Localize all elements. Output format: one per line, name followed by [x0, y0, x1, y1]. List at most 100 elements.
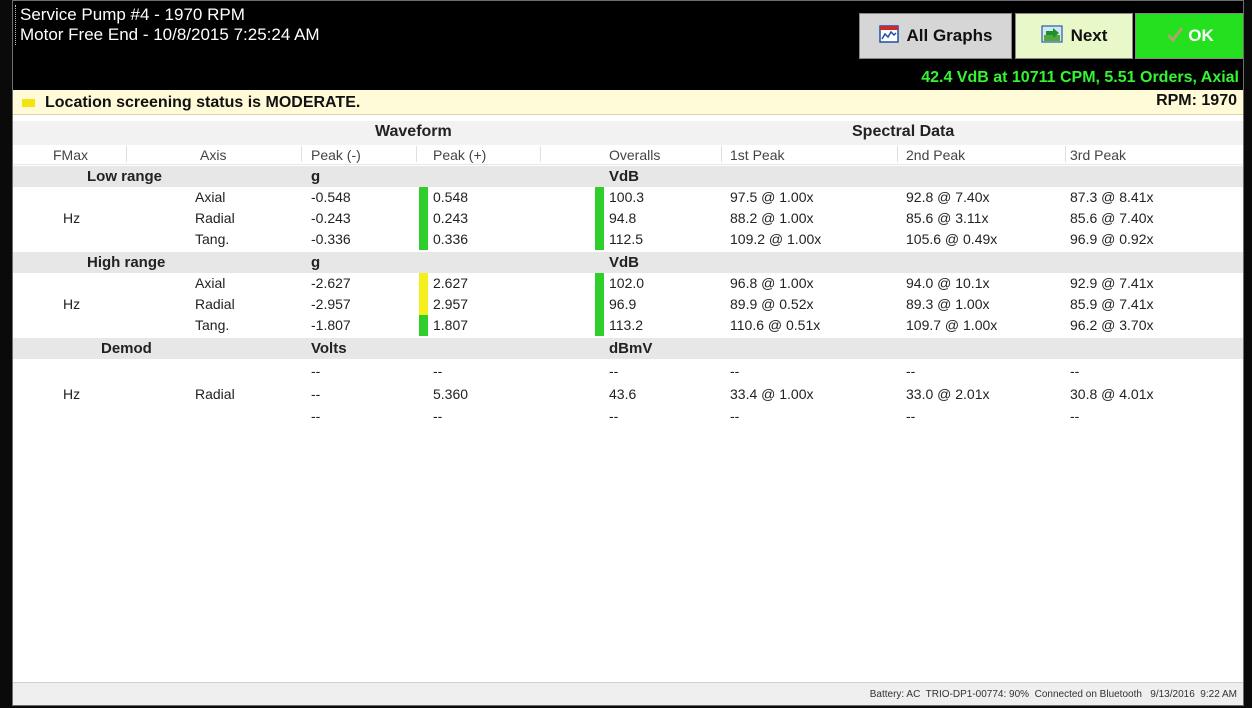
axis-cell: Radial: [195, 210, 235, 226]
group-header: Waveform Spectral Data: [13, 121, 1243, 145]
all-graphs-button[interactable]: All Graphs: [859, 13, 1012, 59]
table-row: Hz Radial -- 5.360 43.6 33.4 @ 1.00x 33.…: [13, 384, 1243, 405]
section-high-range: High range g VdB: [13, 252, 1243, 273]
peak-neg-cell: -2.627: [311, 275, 351, 291]
peak-neg-cell: --: [311, 408, 321, 424]
section-demod: Demod Volts dBmV: [13, 338, 1243, 359]
peak-status-bar: [419, 187, 428, 208]
peak-pos-cell: --: [433, 363, 443, 379]
header-bar: Service Pump #4 - 1970 RPM Motor Free En…: [13, 1, 1243, 67]
peak1-cell: 96.8 @ 1.00x: [730, 275, 814, 291]
peak3-cell: 96.2 @ 3.70x: [1070, 317, 1154, 333]
next-button[interactable]: Next: [1015, 13, 1133, 59]
title-block: Service Pump #4 - 1970 RPM Motor Free En…: [15, 5, 320, 45]
ok-label: OK: [1188, 26, 1214, 45]
col-axis: Axis: [200, 147, 227, 163]
overall-cell: 43.6: [609, 386, 637, 402]
all-graphs-label: All Graphs: [906, 26, 993, 45]
table-row: Axial -0.548 0.548 100.3 97.5 @ 1.00x 92…: [13, 187, 1243, 208]
screening-status-text: Location screening status is MODERATE.: [45, 94, 361, 111]
peak-pos-cell: 0.548: [433, 189, 469, 205]
fmax-cell: Hz: [63, 386, 81, 402]
waveform-group-title: Waveform: [375, 123, 452, 140]
spectral-unit: VdB: [609, 254, 639, 271]
peak-pos-cell: 2.957: [433, 296, 469, 312]
peak3-cell: 85.9 @ 7.41x: [1070, 296, 1154, 312]
overall-status-bar: [595, 294, 604, 315]
col-peak-pos: Peak (+): [433, 147, 487, 163]
peak3-cell: --: [1070, 408, 1080, 424]
peak-status-readout: 42.4 VdB at 10711 CPM, 5.51 Orders, Axia…: [921, 69, 1239, 86]
fmax-cell: Hz: [63, 296, 81, 312]
col-1st-peak: 1st Peak: [730, 147, 785, 163]
ok-button[interactable]: OK: [1135, 13, 1243, 59]
peak1-cell: 89.9 @ 0.52x: [730, 296, 814, 312]
peak1-cell: 88.2 @ 1.00x: [730, 210, 814, 226]
col-peak-neg: Peak (-): [311, 147, 361, 163]
peak1-cell: 33.4 @ 1.00x: [730, 386, 814, 402]
col-fmax: FMax: [53, 147, 88, 163]
section-title: Low range: [87, 168, 163, 185]
col-divider: [897, 146, 898, 162]
col-divider: [301, 146, 302, 162]
col-divider: [540, 146, 541, 162]
table-row: Tang. -0.336 0.336 112.5 109.2 @ 1.00x 1…: [13, 229, 1243, 250]
col-2nd-peak: 2nd Peak: [906, 147, 966, 163]
table-row: Axial -2.627 2.627 102.0 96.8 @ 1.00x 94…: [13, 273, 1243, 294]
table-row: Hz Radial -2.957 2.957 96.9 89.9 @ 0.52x…: [13, 294, 1243, 315]
peak-pos-cell: 1.807: [433, 317, 469, 333]
overall-status-bar: [595, 187, 604, 208]
peak3-cell: --: [1070, 363, 1080, 379]
column-headers: FMax Axis Peak (-) Peak (+) Overalls 1st…: [13, 145, 1243, 165]
peak3-cell: 30.8 @ 4.01x: [1070, 386, 1154, 402]
col-divider: [1065, 146, 1066, 162]
peak3-cell: 96.9 @ 0.92x: [1070, 231, 1154, 247]
status-footer: Battery: AC TRIO-DP1-00774: 90% Connecte…: [13, 682, 1243, 705]
device-status-text: Battery: AC TRIO-DP1-00774: 90% Connecte…: [869, 689, 1237, 700]
waveform-unit: Volts: [311, 340, 347, 357]
peak-pos-cell: --: [433, 408, 443, 424]
overall-cell: --: [609, 363, 619, 379]
axis-cell: Axial: [195, 189, 226, 205]
peak2-cell: 85.6 @ 3.11x: [906, 210, 989, 226]
col-divider: [126, 146, 127, 162]
overall-cell: --: [609, 408, 619, 424]
checkmark-icon: [1166, 26, 1184, 47]
rpm-readout: RPM: 1970: [1156, 92, 1237, 109]
peak1-cell: --: [730, 408, 740, 424]
peak2-cell: --: [906, 408, 916, 424]
peak-neg-cell: -0.243: [311, 210, 351, 226]
fmax-cell: Hz: [63, 210, 81, 226]
graph-icon: [878, 24, 899, 48]
overall-cell: 112.5: [609, 231, 643, 247]
spectral-group-title: Spectral Data: [852, 123, 955, 140]
peak-neg-cell: -1.807: [311, 317, 351, 333]
spectral-unit: dBmV: [609, 340, 653, 357]
section-low-range: Low range g VdB: [13, 166, 1243, 187]
overall-cell: 113.2: [609, 317, 643, 333]
peak-neg-cell: -0.548: [311, 189, 351, 205]
peak-status-bar: [419, 208, 428, 229]
overall-status-bar: [595, 208, 604, 229]
axis-cell: Radial: [195, 386, 235, 402]
peak1-cell: 97.5 @ 1.00x: [730, 189, 814, 205]
peak2-cell: 92.8 @ 7.40x: [906, 189, 990, 205]
overall-status-bar: [595, 229, 604, 250]
peak2-cell: 109.7 @ 1.00x: [906, 317, 998, 333]
peak3-cell: 87.3 @ 8.41x: [1070, 189, 1154, 205]
peak-pos-cell: 0.243: [433, 210, 469, 226]
waveform-unit: g: [311, 168, 321, 185]
peak1-cell: 110.6 @ 0.51x: [730, 317, 821, 333]
peak3-cell: 92.9 @ 7.41x: [1070, 275, 1154, 291]
peak2-cell: 33.0 @ 2.01x: [906, 386, 990, 402]
peak2-cell: 105.6 @ 0.49x: [906, 231, 998, 247]
status-strip: 42.4 VdB at 10711 CPM, 5.51 Orders, Axia…: [13, 67, 1243, 90]
peak-status-bar: [419, 229, 428, 250]
axis-cell: Tang.: [195, 231, 230, 247]
axis-cell: Radial: [195, 296, 235, 312]
col-divider: [416, 146, 417, 162]
waveform-unit: g: [311, 254, 321, 271]
table-row: Tang. -1.807 1.807 113.2 110.6 @ 0.51x 1…: [13, 315, 1243, 336]
col-3rd-peak: 3rd Peak: [1070, 147, 1127, 163]
status-indicator-icon: [22, 99, 35, 107]
